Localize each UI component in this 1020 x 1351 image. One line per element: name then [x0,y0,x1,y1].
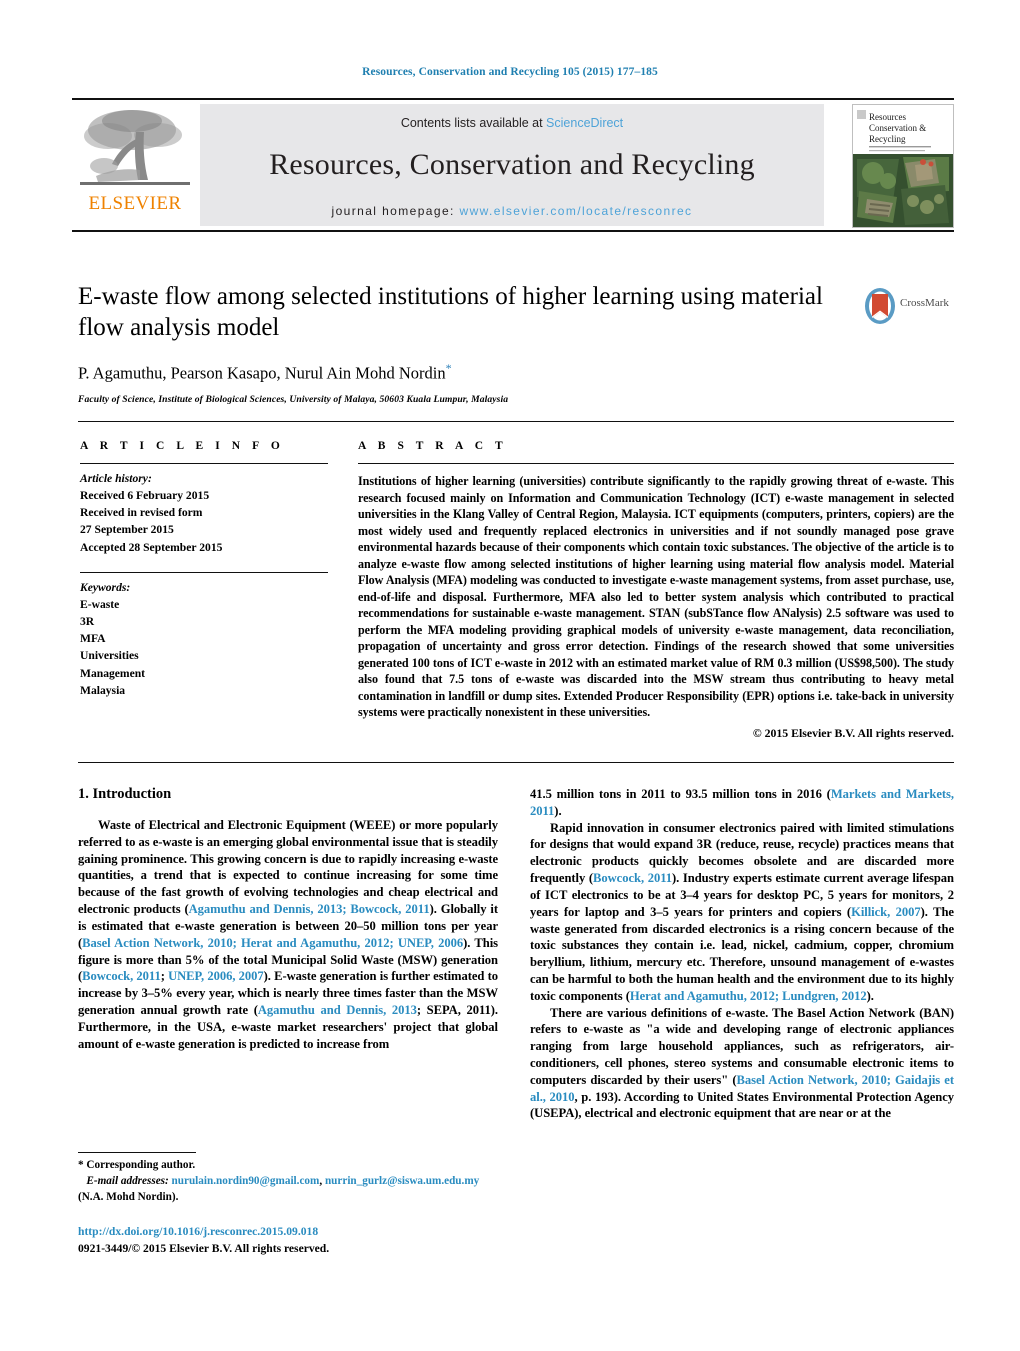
keyword-4: Management [80,666,146,680]
keyword-3: Universities [80,649,139,663]
email-link-2[interactable]: nurrin_gurlz@siswa.um.edu.my [325,1175,479,1187]
section-title-introduction: 1. Introduction [78,786,172,802]
footnote-rule [78,1152,196,1153]
keyword-2: MFA [80,632,106,646]
svg-text:Conservation &: Conservation & [869,123,926,133]
keywords-label: Keywords: [80,580,131,594]
affiliation: Faculty of Science, Institute of Biologi… [78,393,509,405]
history-item-1: Received in revised form [80,506,203,520]
email-attribution: (N.A. Mohd Nordin). [78,1190,179,1203]
journal-title: Resources, Conservation and Recycling [269,148,755,181]
citation-link[interactable]: Agamuthu and Dennis, 2013 [258,1003,417,1017]
citation-link[interactable]: UNEP, 2006, 2007 [168,969,264,983]
sciencedirect-link[interactable]: ScienceDirect [546,116,623,130]
author-names: P. Agamuthu, Pearson Kasapo, Nurul Ain M… [78,363,446,383]
copyright-line: © 2015 Elsevier B.V. All rights reserved… [752,725,954,740]
article-info-rule [80,463,328,464]
keyword-1: 3R [80,615,95,629]
article-info-heading: A R T I C L E I N F O [80,440,285,452]
doi-link[interactable]: http://dx.doi.org/10.1016/j.resconrec.20… [78,1224,538,1241]
text-run: ). [554,803,562,818]
journal-homepage-line: journal homepage: www.elsevier.com/locat… [200,204,824,218]
crossmark-label: CrossMark [900,297,949,309]
issn-copyright-line: 0921-3449/© 2015 Elsevier B.V. All right… [78,1241,330,1255]
body-column-left: 1. Introduction Waste of Electrical and … [78,786,498,1052]
article-history: Article history: Received 6 February 201… [80,470,328,556]
homepage-prefix: journal homepage: [331,204,460,218]
email-note: E-mail addresses: nurulain.nordin90@gmai… [78,1174,498,1206]
divider-above-info [78,421,954,422]
corresponding-author-note: * Corresponding author. [78,1159,196,1171]
title-block: E-waste flow among selected institutions… [78,282,838,405]
footnote-block: * Corresponding author. E-mail addresses… [78,1158,498,1206]
paragraph-left-1: Waste of Electrical and Electronic Equip… [78,817,498,1052]
running-head: Resources, Conservation and Recycling 10… [362,66,658,78]
journal-cover-image: Resources Conservation & Recycling [853,105,953,227]
keyword-0: E-waste [80,597,120,611]
crossmark-badge[interactable]: CrossMark [862,286,958,328]
paragraph-right-2: Rapid innovation in consumer electronics… [530,820,954,1005]
journal-homepage-link[interactable]: www.elsevier.com/locate/resconrec [460,204,693,218]
paragraph-right-3: There are various definitions of e-waste… [530,1005,954,1123]
article-history-label: Article history: [80,472,152,485]
text-run: ; [160,969,169,984]
abstract-column: A B S T R A C T Institutions of higher l… [358,440,954,741]
body-column-right: 41.5 million tons in 2011 to 93.5 millio… [530,786,954,1122]
journal-cover-thumbnail: Resources Conservation & Recycling [852,104,954,228]
divider-below-abstract [78,762,954,763]
citation-link[interactable]: Bowcock, 2011 [593,871,672,885]
text-run: , p. 193). According to United States En… [530,1089,955,1121]
citation-link[interactable]: Herat and Agamuthu, 2012; Lundgren, 2012 [630,989,867,1003]
keywords-rule [80,571,328,573]
contents-list-line: Contents lists available at ScienceDirec… [200,104,824,130]
citation-link[interactable]: Bowcock, 2011 [82,969,161,983]
doi-block: http://dx.doi.org/10.1016/j.resconrec.20… [78,1224,538,1258]
contents-prefix: Contents lists available at [400,116,547,130]
svg-text:Recycling: Recycling [869,134,906,144]
abstract-text: Institutions of higher learning (univers… [358,474,954,719]
article-info-column: A R T I C L E I N F O Article history: R… [80,440,328,699]
elsevier-wordmark: ELSEVIER [88,193,182,214]
corresponding-author-marker: * [445,361,452,375]
journal-band: Contents lists available at ScienceDirec… [200,104,824,226]
author-list: P. Agamuthu, Pearson Kasapo, Nurul Ain M… [78,361,838,384]
text-run: ). [866,988,874,1003]
elsevier-logo: ELSEVIER [74,104,196,226]
history-item-2: 27 September 2015 [80,523,174,537]
keyword-5: Malaysia [80,683,126,697]
page-title: E-waste flow among selected institutions… [78,283,823,341]
abstract-heading: A B S T R A C T [358,440,508,452]
history-item-3: Accepted 28 September 2015 [80,540,223,554]
keywords-block: Keywords: E-waste 3R MFA Universities Ma… [80,579,328,699]
citation-link[interactable]: Killick, 2007 [851,905,921,919]
abstract-rule [358,463,954,464]
svg-text:Resources: Resources [869,112,906,122]
citation-link[interactable]: Agamuthu and Dennis, 2013; Bowcock, 2011 [189,902,430,916]
email-link-1[interactable]: nurulain.nordin90@gmail.com [172,1175,320,1187]
crossmark-icon [865,288,895,324]
paragraph-right-1: 41.5 million tons in 2011 to 93.5 millio… [530,786,954,820]
elsevier-tree-icon [80,110,190,185]
paper-page: Resources, Conservation and Recycling 10… [0,0,1020,1351]
citation-link[interactable]: Basel Action Network, 2010; Herat and Ag… [82,936,463,950]
email-label: E-mail addresses: [86,1174,169,1187]
history-item-0: Received 6 February 2015 [80,489,210,503]
text-run: 41.5 million tons in 2011 to 93.5 millio… [530,787,831,801]
journal-masthead: ELSEVIER Contents lists available at Sci… [72,98,954,232]
